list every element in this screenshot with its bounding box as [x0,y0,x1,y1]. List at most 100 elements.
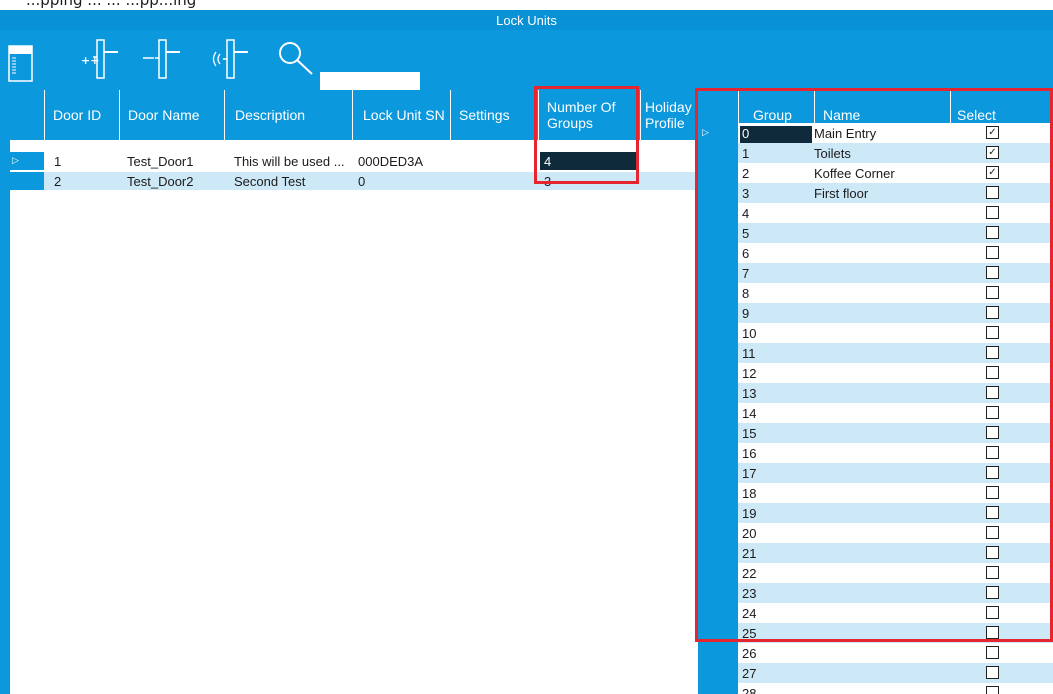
col-description[interactable]: Description [224,90,352,140]
cell-group[interactable]: 22 [740,566,812,583]
scan-lock-button[interactable] [208,38,256,80]
row-selector[interactable] [698,343,738,363]
group-row[interactable]: 19 [698,503,1053,523]
group-row[interactable]: 14 [698,403,1053,423]
group-row[interactable]: 10 [698,323,1053,343]
cell-group[interactable]: 10 [740,326,812,343]
cell-group[interactable]: 16 [740,446,812,463]
select-checkbox[interactable]: ✓ [986,166,999,179]
select-checkbox[interactable] [986,346,999,359]
group-row[interactable]: 17 [698,463,1053,483]
group-row[interactable]: 13 [698,383,1053,403]
row-selector[interactable] [698,203,738,223]
search-button[interactable] [276,38,318,80]
group-row[interactable]: ▷ 0 Main Entry ✓ [698,123,1053,143]
group-row[interactable]: 27 [698,663,1053,683]
table-row[interactable]: 2 Test_Door2 Second Test 0 3 [10,172,698,190]
row-selector[interactable] [698,183,738,203]
select-checkbox[interactable] [986,566,999,579]
cell-number-of-groups[interactable]: 4 [540,152,636,170]
select-checkbox[interactable] [986,686,999,694]
cell-group[interactable]: 23 [740,586,812,603]
group-row[interactable]: 18 [698,483,1053,503]
row-selector[interactable] [698,283,738,303]
cell-group[interactable]: 27 [740,666,812,683]
row-selector[interactable] [698,543,738,563]
group-row[interactable]: 4 [698,203,1053,223]
select-checkbox[interactable] [986,406,999,419]
select-checkbox[interactable] [986,646,999,659]
group-row[interactable]: 12 [698,363,1053,383]
select-checkbox[interactable] [986,206,999,219]
row-selector[interactable] [698,163,738,183]
select-checkbox[interactable]: ✓ [986,146,999,159]
row-selector[interactable] [10,172,44,190]
col-door-name[interactable]: Door Name [119,90,224,140]
row-selector[interactable] [698,483,738,503]
row-selector[interactable] [698,363,738,383]
cell-group[interactable]: 18 [740,486,812,503]
select-checkbox[interactable] [986,666,999,679]
group-row[interactable]: 16 [698,443,1053,463]
group-row[interactable]: 5 [698,223,1053,243]
cell-group[interactable]: 15 [740,426,812,443]
select-checkbox[interactable] [986,446,999,459]
select-checkbox[interactable]: ✓ [986,126,999,139]
group-row[interactable]: 7 [698,263,1053,283]
row-selector[interactable] [698,403,738,423]
group-row[interactable]: 1 Toilets ✓ [698,143,1053,163]
select-checkbox[interactable] [986,386,999,399]
cell-name[interactable]: First floor [814,186,868,201]
select-checkbox[interactable] [986,606,999,619]
row-selector[interactable] [698,523,738,543]
cell-group[interactable]: 2 [740,166,812,183]
cell-group[interactable]: 20 [740,526,812,543]
select-checkbox[interactable] [986,486,999,499]
cell-name[interactable]: Toilets [814,146,851,161]
row-selector[interactable] [698,663,738,683]
select-checkbox[interactable] [986,326,999,339]
cell-group[interactable]: 12 [740,366,812,383]
select-checkbox[interactable] [986,226,999,239]
row-selector[interactable] [698,303,738,323]
row-selector[interactable] [698,643,738,663]
cell-group[interactable]: 3 [740,186,812,203]
row-selector[interactable] [698,563,738,583]
row-selector[interactable] [698,683,738,694]
group-row[interactable]: 25 [698,623,1053,643]
select-checkbox[interactable] [986,366,999,379]
group-row[interactable]: 23 [698,583,1053,603]
cell-group[interactable]: 17 [740,466,812,483]
cell-group[interactable]: 11 [740,346,812,363]
group-row[interactable]: 11 [698,343,1053,363]
col-settings[interactable]: Settings [450,90,538,140]
group-row[interactable]: 20 [698,523,1053,543]
col-lock-unit-sn[interactable]: Lock Unit SN [352,90,450,140]
row-selector[interactable] [698,323,738,343]
row-selector[interactable] [698,583,738,603]
cell-group[interactable]: 9 [740,306,812,323]
table-row[interactable]: ▷ 1 Test_Door1 This will be used ... 000… [10,152,698,170]
cell-group[interactable]: 0 [740,126,812,143]
select-checkbox[interactable] [986,546,999,559]
row-selector[interactable] [698,603,738,623]
remove-lock-button[interactable] [142,38,190,80]
row-selector[interactable] [698,223,738,243]
group-row[interactable]: 8 [698,283,1053,303]
col-door-id[interactable]: Door ID [44,90,119,140]
select-checkbox[interactable] [986,286,999,299]
select-checkbox[interactable] [986,426,999,439]
group-row[interactable]: 2 Koffee Corner ✓ [698,163,1053,183]
row-selector[interactable] [698,443,738,463]
select-checkbox[interactable] [986,506,999,519]
cell-number-of-groups[interactable]: 3 [544,174,551,189]
group-row[interactable]: 26 [698,643,1053,663]
select-checkbox[interactable] [986,246,999,259]
cell-group[interactable]: 5 [740,226,812,243]
select-checkbox[interactable] [986,626,999,639]
col-holiday-profile[interactable]: Holiday Profile [640,90,698,140]
cell-name[interactable]: Main Entry [814,126,876,141]
row-selector[interactable]: ▷ [698,123,738,143]
select-checkbox[interactable] [986,526,999,539]
cell-group[interactable]: 1 [740,146,812,163]
